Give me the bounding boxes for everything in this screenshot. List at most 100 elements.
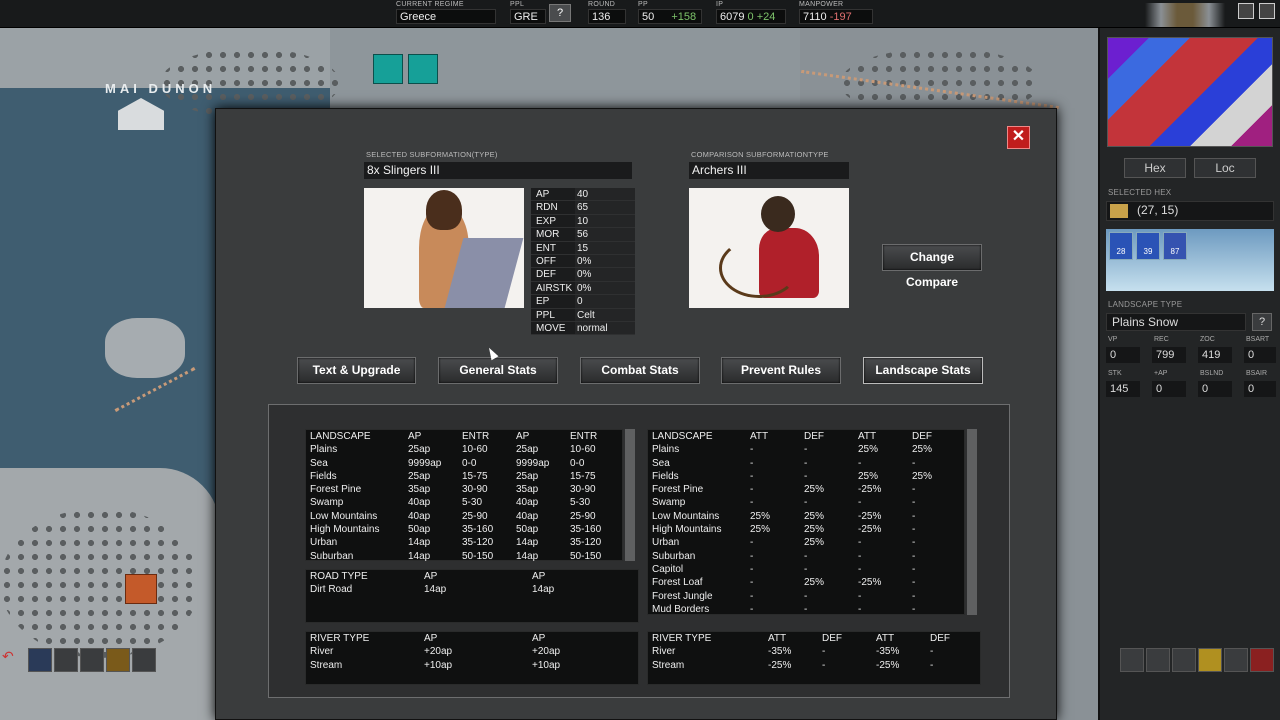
stat-key: EXP: [531, 214, 575, 228]
minimap[interactable]: [1107, 37, 1273, 147]
tab-combat-stats[interactable]: Combat Stats: [580, 357, 700, 384]
table-cell: Stream: [310, 659, 343, 671]
table-cell: -: [750, 603, 754, 615]
table-cell: 10-60: [570, 444, 596, 456]
table-cell: 25ap: [408, 470, 431, 482]
undo-icon[interactable]: ↶: [2, 648, 26, 672]
bsart-value: 0: [1244, 347, 1276, 363]
map-place-label: MAI DUNON: [105, 81, 217, 96]
table-cell: -: [912, 563, 916, 575]
table-row: Swamp 40ap 5-30 40ap 5-30: [306, 496, 622, 509]
stat-row: MOR 56: [531, 228, 635, 242]
pp-amount: 50: [642, 11, 655, 23]
window-icon[interactable]: [1259, 3, 1275, 19]
tab-text-upgrade[interactable]: Text & Upgrade: [297, 357, 416, 384]
table-row: Sea - - - -: [648, 457, 964, 470]
emblem-icon[interactable]: [1145, 3, 1225, 27]
table-cell: -: [858, 537, 862, 549]
flag-icon[interactable]: [1120, 648, 1144, 672]
column-header: LANDSCAPE: [652, 431, 713, 442]
unit-chip[interactable]: 39: [1136, 232, 1160, 260]
stat-key: AP: [531, 188, 575, 201]
table-row: Suburban 14ap 50-150 14ap 50-150: [306, 550, 622, 563]
river-move-table: RIVER TYPE AP AP River +20ap +20ap Strea…: [305, 631, 639, 685]
table-cell: 10-60: [462, 444, 488, 456]
table-cell: 25%: [858, 470, 879, 482]
table-cell: Urban: [310, 537, 338, 549]
move-table-scrollbar[interactable]: [625, 429, 635, 561]
table-header: RIVER TYPE ATT DEF ATT DEF: [648, 632, 980, 645]
vp-value: 0: [1106, 347, 1140, 363]
report-icon[interactable]: [54, 648, 78, 672]
column-header: DEF: [822, 633, 842, 644]
combat-table-scrollbar[interactable]: [967, 429, 977, 615]
overview-icon[interactable]: [106, 648, 130, 672]
close-button[interactable]: ✕: [1007, 126, 1030, 149]
hex-unit-stack[interactable]: 28 39 87: [1106, 229, 1274, 291]
ppl-help-button[interactable]: ?: [549, 4, 571, 22]
stat-key: AIRSTK: [531, 281, 575, 295]
stat-value: 65: [575, 201, 635, 214]
table-cell: 40ap: [408, 497, 431, 509]
table-cell: -: [912, 484, 916, 496]
tab-landscape-stats[interactable]: Landscape Stats: [863, 357, 983, 384]
table-cell: 14ap: [408, 550, 431, 562]
column-header: DEF: [912, 431, 932, 442]
table-cell: Capitol: [652, 563, 684, 575]
table-cell: -: [750, 563, 754, 575]
landscape-stats-panel: LANDSCAPE AP ENTR AP ENTR Plains 25ap 10-6…: [268, 404, 1010, 698]
table-cell: 35-160: [462, 524, 494, 536]
unit-marker[interactable]: [408, 54, 438, 84]
change-compare-button[interactable]: Change Compare: [882, 244, 982, 289]
graph-icon[interactable]: [28, 648, 52, 672]
table-header: LANDSCAPE ATT DEF ATT DEF: [648, 430, 964, 443]
grid-icon[interactable]: [1172, 648, 1196, 672]
table-cell: -: [804, 457, 808, 469]
unit-marker[interactable]: [373, 54, 403, 84]
book-icon[interactable]: [1146, 648, 1170, 672]
table-cell: -: [750, 457, 754, 469]
manpower-amount: 7110: [803, 11, 827, 23]
window-icon[interactable]: [1238, 3, 1254, 19]
weapons-icon[interactable]: [1224, 648, 1248, 672]
current-regime: CURRENT REGIME Greece: [396, 0, 496, 24]
end-turn-icon[interactable]: [1250, 648, 1274, 672]
table-cell: -25%: [858, 524, 882, 536]
stat-row: MOVE normal: [531, 321, 635, 336]
table-cell: +20ap: [532, 646, 561, 658]
table-cell: Urban: [652, 537, 680, 549]
column-header: AP: [516, 431, 530, 442]
landscape-help-button[interactable]: ?: [1252, 313, 1272, 331]
stats-icon[interactable]: [80, 648, 104, 672]
table-cell: High Mountains: [652, 524, 722, 536]
supply-icon[interactable]: [1198, 648, 1222, 672]
stat-row: ENT 15: [531, 241, 635, 255]
table-cell: -: [912, 524, 916, 536]
tab-prevent-rules[interactable]: Prevent Rules: [721, 357, 841, 384]
table-row: Capitol - - - -: [648, 563, 964, 576]
table-cell: Mud Borders: [652, 603, 710, 615]
factory-icon[interactable]: [132, 648, 156, 672]
unit-chip[interactable]: 28: [1109, 232, 1133, 260]
city-icon[interactable]: [118, 98, 164, 130]
table-cell: 9999ap: [516, 457, 550, 469]
loc-button[interactable]: Loc: [1194, 158, 1256, 178]
zoc-value: 419: [1198, 347, 1232, 363]
table-row: High Mountains 25% 25% -25% -: [648, 523, 964, 536]
tab-general-stats[interactable]: General Stats: [438, 357, 558, 384]
table-cell: -: [912, 590, 916, 602]
table-cell: -: [858, 563, 862, 575]
hex-button[interactable]: Hex: [1124, 158, 1186, 178]
table-row: Swamp - - - -: [648, 496, 964, 509]
unit-chip[interactable]: 87: [1163, 232, 1187, 260]
table-cell: 15-75: [570, 470, 596, 482]
column-header: AP: [424, 633, 438, 644]
unit-marker[interactable]: [125, 574, 157, 604]
table-cell: 30-90: [462, 484, 488, 496]
table-cell: 50-150: [570, 550, 602, 562]
current-regime-value: Greece: [396, 9, 496, 24]
manpower: MANPOWER 7110 -197: [799, 0, 873, 24]
stat-row: AIRSTK 0%: [531, 281, 635, 296]
table-cell: -: [750, 470, 754, 482]
selected-subformation-label: SELECTED SUBFORMATION(TYPE): [366, 150, 498, 159]
